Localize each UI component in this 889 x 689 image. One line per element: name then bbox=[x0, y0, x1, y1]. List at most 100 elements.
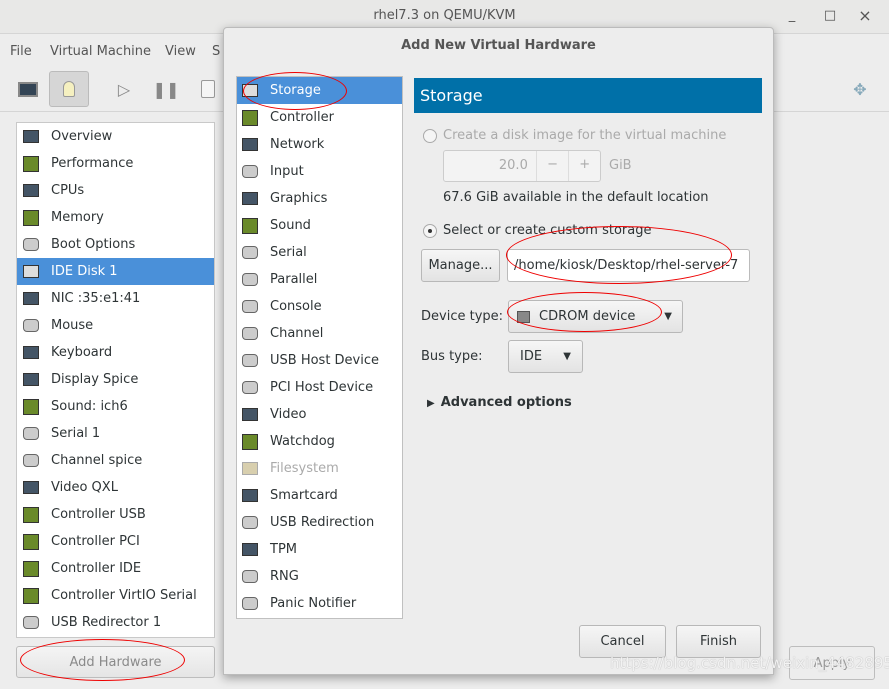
minimize-button[interactable]: _ bbox=[782, 8, 802, 23]
menu-send-key[interactable]: S bbox=[212, 44, 220, 59]
video-icon bbox=[240, 406, 260, 424]
item-label: Channel bbox=[270, 326, 324, 341]
hw-item-channel-spice[interactable]: Channel spice bbox=[17, 447, 214, 474]
watermark: https://blog.csdn.net/weixin_44828950 bbox=[610, 654, 889, 672]
hw-type-parallel[interactable]: Parallel bbox=[237, 266, 402, 293]
hw-type-network[interactable]: Network bbox=[237, 131, 402, 158]
hw-item-boot-options[interactable]: Boot Options bbox=[17, 231, 214, 258]
hw-item-serial-1[interactable]: Serial 1 bbox=[17, 420, 214, 447]
hw-item-controller-usb[interactable]: Controller USB bbox=[17, 501, 214, 528]
item-label: RNG bbox=[270, 569, 299, 584]
hw-type-usb-redirection[interactable]: USB Redirection bbox=[237, 509, 402, 536]
hw-item-sound-ich6[interactable]: Sound: ich6 bbox=[17, 393, 214, 420]
usb-redirect-icon bbox=[240, 514, 260, 532]
monitor-icon[interactable] bbox=[8, 71, 48, 107]
advanced-options-label: Advanced options bbox=[440, 395, 572, 410]
hw-item-ide-disk-1[interactable]: IDE Disk 1 bbox=[17, 258, 214, 285]
hw-item-memory[interactable]: Memory bbox=[17, 204, 214, 231]
pci-icon bbox=[240, 379, 260, 397]
item-label: Panic Notifier bbox=[270, 596, 357, 611]
item-label: Channel spice bbox=[51, 453, 143, 468]
hw-type-graphics[interactable]: Graphics bbox=[237, 185, 402, 212]
item-label: Mouse bbox=[51, 318, 94, 333]
hw-type-input[interactable]: Input bbox=[237, 158, 402, 185]
annotation-circle bbox=[243, 72, 347, 110]
item-label: USB Redirection bbox=[270, 515, 375, 530]
item-label: Controller bbox=[270, 110, 334, 125]
video-icon bbox=[21, 479, 41, 497]
hw-item-nic-35-e1-41[interactable]: NIC :35:e1:41 bbox=[17, 285, 214, 312]
gear-icon bbox=[21, 236, 41, 254]
maximize-button[interactable]: □ bbox=[820, 8, 840, 23]
hw-item-controller-ide[interactable]: Controller IDE bbox=[17, 555, 214, 582]
lightbulb-icon[interactable] bbox=[49, 71, 89, 107]
hardware-list: Overview Performance CPUs Memory Boot Option… bbox=[16, 122, 215, 638]
menu-view[interactable]: View bbox=[165, 44, 196, 59]
chevron-down-icon: ▼ bbox=[563, 351, 571, 362]
tpm-icon bbox=[240, 541, 260, 559]
hw-item-performance[interactable]: Performance bbox=[17, 150, 214, 177]
dialog-title: Add New Virtual Hardware bbox=[401, 38, 596, 53]
hw-item-video-qxl[interactable]: Video QXL bbox=[17, 474, 214, 501]
disk-size-spinner[interactable]: 20.0 − + bbox=[443, 150, 601, 182]
hw-type-controller[interactable]: Controller bbox=[237, 104, 402, 131]
display-icon bbox=[21, 371, 41, 389]
sound-icon bbox=[21, 398, 41, 416]
hw-type-serial[interactable]: Serial bbox=[237, 239, 402, 266]
item-label: Boot Options bbox=[51, 237, 136, 252]
controller-icon bbox=[21, 560, 41, 578]
memory-icon bbox=[21, 209, 41, 227]
hw-type-video[interactable]: Video bbox=[237, 401, 402, 428]
size-unit: GiB bbox=[609, 158, 632, 173]
disk-size-value[interactable]: 20.0 bbox=[444, 151, 536, 181]
hw-type-smartcard[interactable]: Smartcard bbox=[237, 482, 402, 509]
hw-type-watchdog[interactable]: Watchdog bbox=[237, 428, 402, 455]
usb-icon bbox=[240, 352, 260, 370]
sound-icon bbox=[240, 217, 260, 235]
bus-type-select[interactable]: IDE ▼ bbox=[508, 340, 583, 373]
manage-button[interactable]: Manage... bbox=[421, 249, 500, 282]
fullscreen-icon[interactable]: ✥ bbox=[840, 71, 880, 107]
power-icon[interactable] bbox=[188, 71, 228, 107]
hw-type-filesystem[interactable]: Filesystem bbox=[237, 455, 402, 482]
hw-type-sound[interactable]: Sound bbox=[237, 212, 402, 239]
item-label: PCI Host Device bbox=[270, 380, 374, 395]
play-icon[interactable]: ▷ bbox=[104, 71, 144, 107]
controller-icon bbox=[21, 506, 41, 524]
display-icon bbox=[240, 190, 260, 208]
hw-item-keyboard[interactable]: Keyboard bbox=[17, 339, 214, 366]
item-label: Sound: ich6 bbox=[51, 399, 128, 414]
hw-type-panic-notifier[interactable]: Panic Notifier bbox=[237, 590, 402, 617]
pause-icon[interactable]: ❚❚ bbox=[146, 71, 186, 107]
hw-item-controller-pci[interactable]: Controller PCI bbox=[17, 528, 214, 555]
hw-item-controller-virtio-serial[interactable]: Controller VirtIO Serial bbox=[17, 582, 214, 609]
annotation-circle bbox=[507, 292, 662, 332]
hw-type-rng[interactable]: RNG bbox=[237, 563, 402, 590]
console-icon bbox=[240, 298, 260, 316]
item-label: Controller PCI bbox=[51, 534, 140, 549]
hw-type-console[interactable]: Console bbox=[237, 293, 402, 320]
hw-item-mouse[interactable]: Mouse bbox=[17, 312, 214, 339]
close-button[interactable]: × bbox=[855, 6, 875, 25]
hw-item-usb-redirector-1[interactable]: USB Redirector 1 bbox=[17, 609, 214, 636]
usb-redirect-icon bbox=[21, 614, 41, 632]
item-label: USB Redirector 1 bbox=[51, 615, 162, 630]
network-icon bbox=[240, 136, 260, 154]
hw-type-tpm[interactable]: TPM bbox=[237, 536, 402, 563]
available-space: 67.6 GiB available in the default locati… bbox=[443, 190, 709, 205]
hw-type-channel[interactable]: Channel bbox=[237, 320, 402, 347]
menu-virtual-machine[interactable]: Virtual Machine bbox=[50, 44, 151, 59]
item-label: Sound bbox=[270, 218, 311, 233]
hw-type-pci-host-device[interactable]: PCI Host Device bbox=[237, 374, 402, 401]
menu-file[interactable]: File bbox=[10, 44, 32, 59]
advanced-options-expander[interactable]: ▶ Advanced options bbox=[427, 395, 572, 410]
hw-item-cpus[interactable]: CPUs bbox=[17, 177, 214, 204]
decrement-button[interactable]: − bbox=[535, 151, 569, 181]
increment-button[interactable]: + bbox=[568, 151, 600, 181]
hw-type-usb-host-device[interactable]: USB Host Device bbox=[237, 347, 402, 374]
hw-item-display-spice[interactable]: Display Spice bbox=[17, 366, 214, 393]
create-disk-radio[interactable]: Create a disk image for the virtual mach… bbox=[423, 128, 726, 143]
item-label: Video bbox=[270, 407, 307, 422]
create-disk-label: Create a disk image for the virtual mach… bbox=[443, 128, 727, 143]
hw-item-overview[interactable]: Overview bbox=[17, 123, 214, 150]
